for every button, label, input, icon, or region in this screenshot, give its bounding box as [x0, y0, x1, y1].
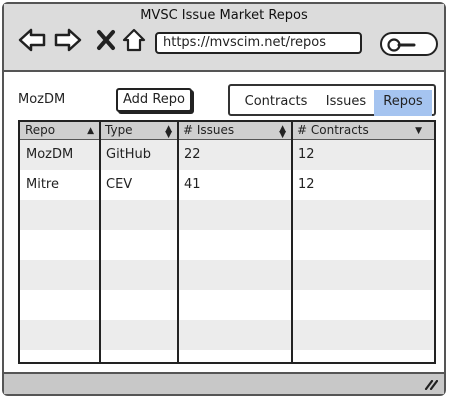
column-divider [177, 122, 179, 362]
column-divider [99, 122, 101, 362]
sort-descending-icon: ▼ [415, 126, 422, 136]
title-bar: MVSC Issue Market Repos https://mvscim.n… [4, 4, 444, 72]
add-repo-button[interactable]: Add Repo [116, 88, 192, 112]
tab-bar: Contracts Issues Repos [228, 84, 436, 116]
resize-grip-icon[interactable] [424, 380, 438, 390]
tab-contracts[interactable]: Contracts [238, 90, 314, 116]
column-header-label: # Issues [183, 123, 235, 137]
home-icon[interactable] [120, 26, 148, 54]
close-icon[interactable] [92, 26, 120, 54]
window-title: MVSC Issue Market Repos [140, 8, 308, 23]
cell-repo: Mitre [26, 177, 59, 192]
cell-repo: MozDM [26, 147, 74, 162]
cell-issues: 41 [184, 177, 201, 192]
cell-type: CEV [106, 177, 133, 192]
column-header-type[interactable]: Type ▲ ▼ [100, 123, 178, 140]
empty-row [20, 230, 434, 260]
column-header-label: Type [105, 123, 133, 137]
column-header-label: Repo [25, 123, 56, 137]
search-input[interactable] [380, 32, 438, 56]
empty-row [20, 320, 434, 350]
forward-arrow-icon[interactable] [54, 26, 82, 54]
sort-both-icon: ▲ ▼ [165, 124, 172, 140]
table-row[interactable]: Mitre CEV 41 12 [20, 170, 434, 200]
table-header: Repo ▲ Type ▲ ▼ # Issues ▲ ▼ # Contracts ▼ [20, 122, 434, 140]
table-row[interactable]: MozDM GitHub 22 12 [20, 140, 434, 170]
org-label: MozDM [18, 92, 66, 107]
empty-row [20, 200, 434, 230]
column-header-repo[interactable]: Repo ▲ [20, 123, 100, 139]
column-header-label: # Contracts [297, 123, 369, 137]
column-divider [291, 122, 293, 362]
search-icon [387, 38, 416, 52]
tab-repos[interactable]: Repos [374, 90, 432, 116]
cell-issues: 22 [184, 147, 201, 162]
status-bar [4, 372, 444, 394]
column-header-contracts[interactable]: # Contracts ▼ [292, 123, 434, 139]
empty-row [20, 350, 434, 362]
empty-row [20, 260, 434, 290]
repos-table: Repo ▲ Type ▲ ▼ # Issues ▲ ▼ # Contracts ▼… [18, 120, 436, 364]
empty-row [20, 290, 434, 320]
url-input[interactable]: https://mvscim.net/repos [155, 32, 362, 54]
cell-contracts: 12 [298, 147, 315, 162]
cell-contracts: 12 [298, 177, 315, 192]
tab-issues[interactable]: Issues [318, 90, 374, 116]
back-arrow-icon[interactable] [18, 26, 46, 54]
sort-ascending-icon: ▲ [87, 126, 94, 136]
sort-both-icon: ▲ ▼ [279, 124, 286, 140]
browser-window: MVSC Issue Market Repos https://mvscim.n… [2, 2, 446, 396]
column-header-issues[interactable]: # Issues ▲ ▼ [178, 123, 292, 140]
cell-type: GitHub [106, 147, 152, 162]
